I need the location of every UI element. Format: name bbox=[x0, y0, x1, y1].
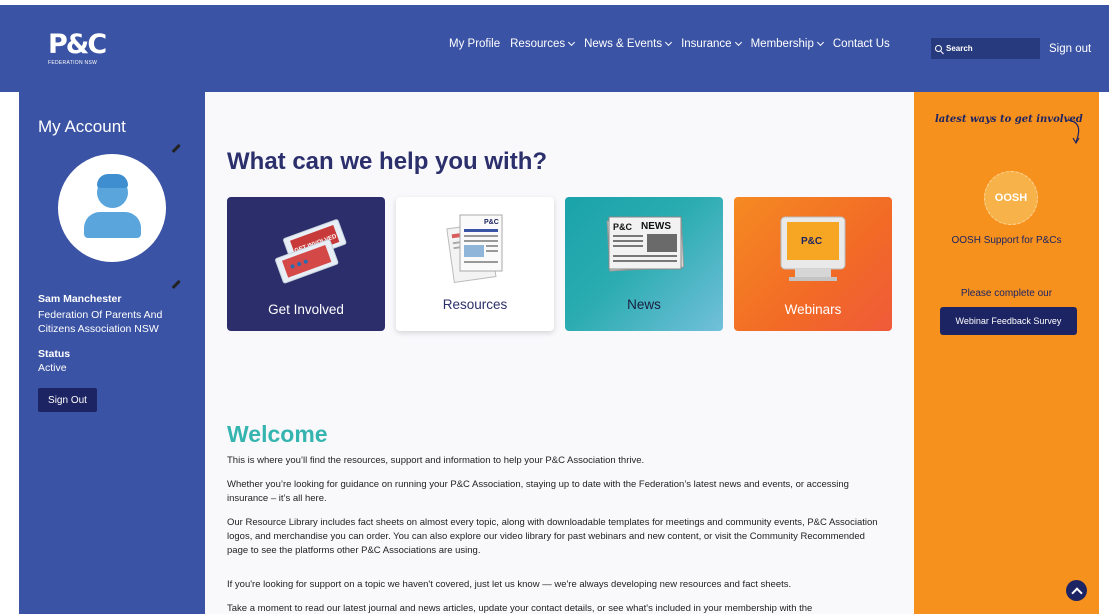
tickets-icon: GET INVOLVED bbox=[275, 219, 347, 284]
logo-mark: P&C bbox=[48, 29, 107, 60]
signout-link[interactable]: Sign out bbox=[1049, 43, 1091, 55]
nav-label: Resources bbox=[510, 38, 566, 50]
sign-out-button[interactable]: Sign Out bbox=[38, 388, 97, 412]
nav-contact-us[interactable]: Contact Us bbox=[833, 38, 890, 50]
newspaper-icon: P&C NEWS bbox=[606, 216, 685, 272]
oosh-badge[interactable]: OOSH bbox=[984, 171, 1038, 225]
webinar-survey-button[interactable]: Webinar Feedback Survey bbox=[940, 307, 1077, 335]
account-sidebar: My Account Sam Manchester Federation Of … bbox=[19, 92, 205, 614]
pencil-icon[interactable] bbox=[171, 143, 181, 153]
nav-label: Insurance bbox=[681, 38, 732, 50]
chevron-down-icon bbox=[816, 38, 824, 47]
search-icon bbox=[935, 45, 942, 52]
nav-news-events[interactable]: News & Events bbox=[584, 38, 673, 50]
chevron-down-icon bbox=[665, 38, 673, 47]
latest-heading: latest ways to get involved bbox=[935, 114, 1083, 125]
nav-insurance[interactable]: Insurance bbox=[681, 38, 742, 50]
monitor-icon: P&C bbox=[780, 216, 846, 281]
page: P&C FEDERATION NSW My Profile Resources … bbox=[0, 0, 1109, 614]
welcome-heading: Welcome bbox=[227, 421, 328, 447]
chevron-down-icon bbox=[734, 38, 742, 47]
paragraph: Take a moment to read our latest journal… bbox=[227, 603, 813, 614]
card-label: Resources bbox=[442, 297, 508, 312]
user-organisation: Federation Of Parents And Citizens Assoc… bbox=[38, 309, 163, 335]
chevron-down-icon bbox=[568, 38, 576, 47]
doc-logo-text: P&C bbox=[484, 219, 499, 226]
main-content: What can we help you with? GET INVOLVED … bbox=[205, 92, 914, 614]
right-edge bbox=[1099, 92, 1109, 614]
nav-membership[interactable]: Membership bbox=[750, 38, 824, 50]
news-title-text: NEWS bbox=[641, 221, 671, 232]
logo-subtitle: FEDERATION NSW bbox=[48, 60, 98, 66]
oosh-badge-text: OOSH bbox=[994, 192, 1028, 204]
main-nav: My Profile Resources News & Events Insur… bbox=[449, 38, 900, 50]
avatar-hair bbox=[97, 174, 128, 188]
paragraph: If you're looking for support on a topic… bbox=[227, 579, 792, 590]
site-header: P&C FEDERATION NSW My Profile Resources … bbox=[0, 5, 1109, 92]
news-logo-text: P&C bbox=[613, 222, 633, 232]
user-name: Sam Manchester bbox=[38, 293, 122, 305]
card-resources[interactable]: P&C Resources bbox=[396, 197, 554, 331]
documents-icon: P&C bbox=[446, 214, 503, 283]
screen-logo-text: P&C bbox=[801, 236, 822, 247]
card-label: News bbox=[627, 297, 661, 312]
promo-sidebar: latest ways to get involved OOSH OOSH Su… bbox=[914, 92, 1099, 614]
arrow-up-icon[interactable] bbox=[1066, 580, 1087, 601]
avatar bbox=[58, 154, 166, 262]
nav-label: Contact Us bbox=[832, 38, 890, 50]
card-get-involved[interactable]: GET INVOLVED Get Involved bbox=[227, 197, 385, 331]
survey-prompt: Please complete our bbox=[960, 288, 1053, 299]
paragraph: Our Resource Library includes fact sheet… bbox=[227, 517, 878, 556]
curved-arrow-icon bbox=[1067, 119, 1080, 145]
card-label: Get Involved bbox=[268, 302, 344, 317]
nav-label: My Profile bbox=[449, 38, 501, 50]
card-news[interactable]: P&C NEWS News bbox=[565, 197, 723, 331]
help-heading: What can we help you with? bbox=[227, 148, 548, 175]
paragraph: This is where you’ll find the resources,… bbox=[227, 455, 645, 466]
nav-label: News & Events bbox=[584, 38, 663, 50]
paragraph: Whether you’re looking for guidance on r… bbox=[227, 479, 849, 504]
search-input[interactable] bbox=[946, 44, 1036, 53]
card-webinars[interactable]: P&C Webinars bbox=[734, 197, 892, 331]
pencil-icon[interactable] bbox=[171, 279, 181, 289]
nav-resources[interactable]: Resources bbox=[510, 38, 576, 50]
status-label: Status bbox=[38, 348, 71, 360]
account-title: My Account bbox=[38, 117, 126, 136]
status-value: Active bbox=[38, 362, 67, 374]
card-label: Webinars bbox=[784, 302, 842, 317]
nav-label: Membership bbox=[750, 38, 814, 50]
oosh-caption[interactable]: OOSH Support for P&Cs bbox=[914, 235, 1099, 246]
pc-logo[interactable]: P&C FEDERATION NSW bbox=[48, 29, 107, 66]
search-box[interactable] bbox=[931, 38, 1040, 59]
avatar-body bbox=[84, 212, 141, 238]
nav-my-profile[interactable]: My Profile bbox=[449, 38, 500, 50]
